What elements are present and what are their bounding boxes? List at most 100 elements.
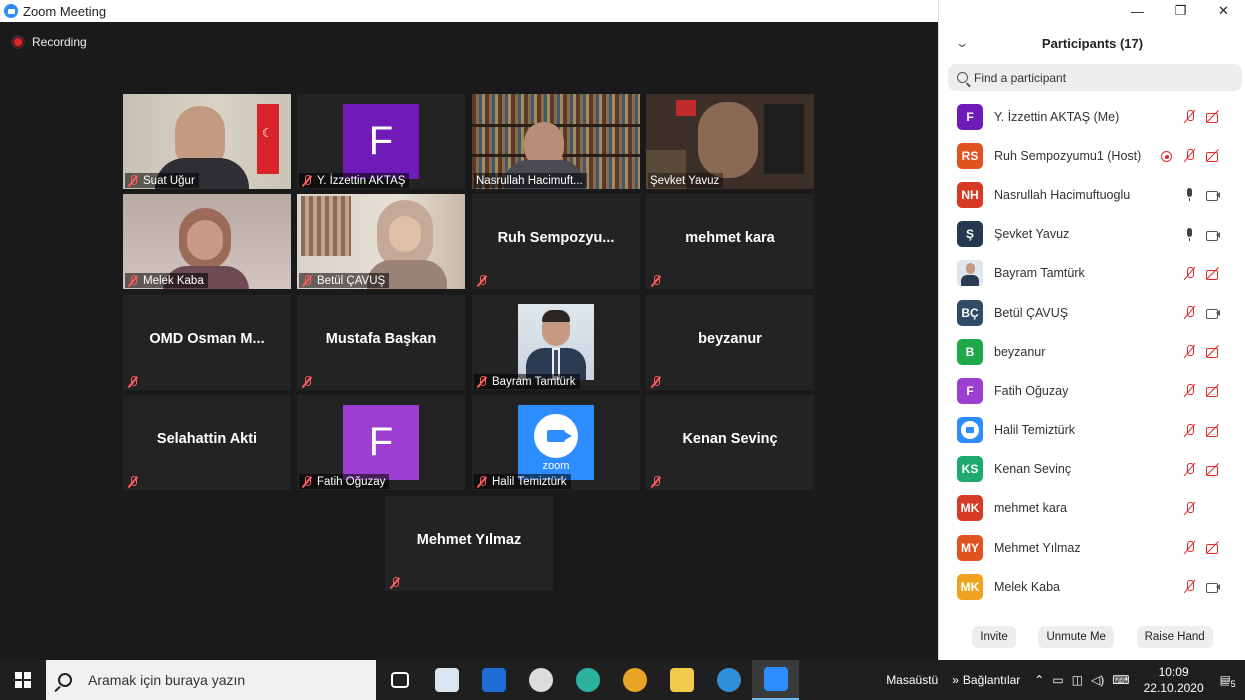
participant-row[interactable]: BÇ Betül ÇAVUŞ — [939, 293, 1242, 332]
muted-mic-icon — [301, 174, 313, 187]
muted-mic-icon[interactable] — [1182, 109, 1197, 124]
video-tile-mustafa-baskan[interactable]: Mustafa Başkan — [297, 295, 465, 390]
avatar: Ş — [957, 221, 983, 248]
video-tile-melek-kaba[interactable]: Melek Kaba — [123, 194, 291, 289]
participant-row[interactable]: RS Ruh Sempozyumu1 (Host) — [939, 136, 1242, 175]
muted-mic-icon — [650, 274, 662, 287]
profile-photo — [518, 304, 594, 380]
show-hidden-icons-icon[interactable]: ⌃ — [1034, 673, 1044, 687]
video-tile-suat-ugur[interactable]: ☾ Suat Uğur — [123, 94, 291, 189]
participant-name: Y. İzzettin AKTAŞ (Me) — [994, 109, 1120, 124]
raise-hand-button[interactable]: Raise Hand — [1136, 626, 1213, 648]
video-tile-betul-cavus[interactable]: Betül ÇAVUŞ — [297, 194, 465, 289]
input-language-icon[interactable]: ⌨ — [1112, 673, 1129, 687]
participant-row[interactable]: MY Mehmet Yılmaz — [939, 528, 1242, 567]
muted-mic-icon[interactable] — [1182, 462, 1197, 477]
taskbar-search[interactable]: Aramak için buraya yazın — [46, 660, 376, 700]
taskbar-app[interactable] — [470, 660, 517, 700]
participant-name: Mustafa Başkan — [325, 331, 437, 347]
taskbar-app[interactable] — [705, 660, 752, 700]
muted-mic-icon[interactable] — [1182, 266, 1197, 281]
muted-mic-icon[interactable] — [1182, 148, 1197, 163]
muted-mic-icon[interactable] — [1182, 501, 1197, 516]
video-tile-omd-osman[interactable]: OMD Osman M... — [123, 295, 291, 390]
camera-off-icon — [1205, 423, 1220, 438]
video-tile-halil-temizturk[interactable]: zoom Halil Temiztürk — [472, 395, 640, 490]
muted-mic-icon[interactable] — [1182, 383, 1197, 398]
zoom-avatar: zoom — [518, 405, 594, 480]
avatar: MY — [957, 534, 983, 561]
desktop-label[interactable]: Masaüstü — [886, 673, 938, 687]
participant-name: Nasrullah Hacimuftuoglu — [994, 187, 1131, 202]
close-button[interactable]: ✕ — [1202, 0, 1245, 22]
microphone-icon[interactable] — [1182, 227, 1197, 242]
participant-status-icons — [1182, 175, 1220, 214]
taskbar-app[interactable] — [752, 660, 799, 700]
participant-status-icons — [1182, 528, 1220, 567]
video-tile-fatih-oguzay[interactable]: F Fatih Oğuzay — [297, 395, 465, 490]
video-tile-mehmet-yilmaz[interactable]: Mehmet Yılmaz — [385, 496, 553, 591]
video-tile-kenan-sevinc[interactable]: Kenan Sevinç — [646, 395, 814, 490]
video-tile-selahattin-akti[interactable]: Selahattin Akti — [123, 395, 291, 490]
recording-label: Recording — [32, 35, 87, 49]
volume-icon[interactable]: ◁) — [1091, 673, 1104, 687]
participant-row[interactable]: F Fatih Oğuzay — [939, 371, 1242, 410]
participant-row[interactable]: MK mehmet kara — [939, 489, 1242, 528]
video-tile-nasrullah[interactable]: Nasrullah Hacimuft... — [472, 94, 640, 189]
taskbar-app[interactable] — [611, 660, 658, 700]
participant-name: Melek Kaba — [994, 579, 1061, 594]
participant-row[interactable]: F Y. İzzettin AKTAŞ (Me) — [939, 97, 1242, 136]
participant-row[interactable]: Bbeyzanur — [939, 332, 1242, 371]
participant-status-icons — [1182, 489, 1220, 528]
participant-row[interactable]: Bayram Tamtürk — [939, 254, 1242, 293]
video-tile-y-izzettin-aktas[interactable]: F Y. İzzettin AKTAŞ — [297, 94, 465, 189]
muted-mic-icon — [127, 174, 139, 187]
video-tile-mehmet-kara[interactable]: mehmet kara — [646, 194, 814, 289]
window-title: Zoom Meeting — [23, 3, 107, 19]
muted-mic-icon[interactable] — [1182, 423, 1197, 438]
muted-mic-icon[interactable] — [1182, 540, 1197, 555]
video-tile-sevket-yavuz[interactable]: Şevket Yavuz — [646, 94, 814, 189]
notifications-icon[interactable]: ▤ 5 — [1220, 673, 1238, 689]
recording-indicator[interactable]: Recording — [12, 35, 87, 49]
camera-off-icon — [1205, 540, 1220, 555]
invite-button[interactable]: Invite — [972, 626, 1016, 648]
muted-mic-icon[interactable] — [1182, 579, 1197, 594]
muted-mic-icon[interactable] — [1182, 305, 1197, 320]
video-tile-beyzanur[interactable]: beyzanur — [646, 295, 814, 390]
chevron-down-icon[interactable]: ⌄ — [955, 36, 969, 50]
network-icon[interactable]: ◫ — [1072, 673, 1083, 687]
participant-name: Fatih Oğuzay — [994, 383, 1069, 398]
start-button[interactable] — [0, 660, 46, 700]
participant-name: mehmet kara — [994, 501, 1067, 516]
battery-icon[interactable]: ▭ — [1052, 673, 1063, 687]
taskbar-app[interactable] — [517, 660, 564, 700]
participant-status-icons — [1182, 254, 1220, 293]
participant-search[interactable] — [948, 64, 1242, 91]
video-tile-bayram-tamturk[interactable]: Bayram Tamtürk — [472, 295, 640, 390]
maximize-button[interactable]: ❐ — [1159, 0, 1202, 22]
unmute-me-button[interactable]: Unmute Me — [1038, 626, 1114, 648]
muted-mic-icon[interactable] — [1182, 344, 1197, 359]
taskbar-app[interactable] — [376, 660, 423, 700]
participant-status-icons — [1159, 136, 1220, 175]
participant-row[interactable]: Ş Şevket Yavuz — [939, 215, 1242, 254]
search-input[interactable] — [974, 70, 1214, 85]
participant-row[interactable]: MK Melek Kaba — [939, 567, 1242, 606]
camera-off-icon — [1205, 109, 1220, 124]
taskbar-app[interactable] — [658, 660, 705, 700]
taskbar-app[interactable] — [564, 660, 611, 700]
participant-status-icons — [1182, 97, 1220, 136]
microphone-icon[interactable] — [1182, 187, 1197, 202]
participant-row[interactable]: Halil Temiztürk — [939, 411, 1242, 450]
links-label[interactable]: Bağlantılar — [963, 673, 1020, 687]
clock[interactable]: 10:09 22.10.2020 — [1144, 664, 1204, 696]
tile-name-label — [125, 374, 147, 389]
taskbar-app[interactable] — [423, 660, 470, 700]
panel-footer: Invite Unmute Me Raise Hand — [939, 626, 1245, 648]
minimize-button[interactable]: — — [1116, 0, 1159, 22]
participant-row[interactable]: KS Kenan Sevinç — [939, 450, 1242, 489]
video-tile-ruh-sempozyumu[interactable]: Ruh Sempozyu... — [472, 194, 640, 289]
participant-row[interactable]: NH Nasrullah Hacimuftuoglu — [939, 175, 1242, 214]
search-icon — [58, 673, 72, 687]
